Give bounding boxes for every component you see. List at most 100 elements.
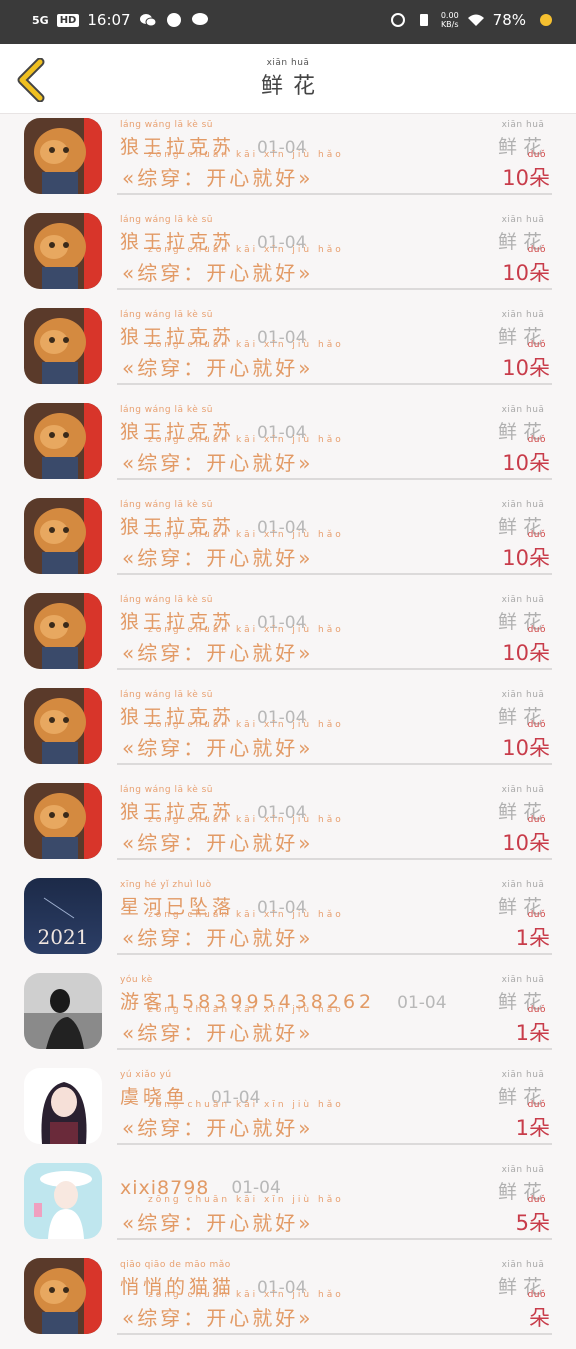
gift-unit: 朵 (529, 546, 550, 570)
list-item[interactable]: láng wáng lā kè sū 狼王拉克苏 01-04 zōng chuā… (0, 304, 576, 399)
gift-unit: 朵 (529, 451, 550, 475)
avatar[interactable] (24, 498, 102, 574)
gift-count: duǒ 1朵 (516, 1005, 550, 1047)
avatar[interactable] (24, 213, 102, 289)
gift-unit: 朵 (529, 641, 550, 665)
gift-unit-pinyin: duǒ (527, 720, 546, 730)
sender-name-pinyin: xīng hé yǐ zhuì luò (120, 880, 212, 890)
book-title-text: «综穿：开心就好» (122, 831, 314, 855)
list-item[interactable]: yóu kè 游客1583995438262 01-04 zōng chuān … (0, 969, 576, 1064)
divider (117, 1238, 552, 1240)
book-title-text: «综穿：开心就好» (122, 926, 314, 950)
gift-unit: 朵 (529, 831, 550, 855)
gift-type-pinyin: xiān huā (501, 785, 545, 795)
divider (117, 383, 552, 385)
avatar[interactable] (24, 1163, 102, 1239)
list-item[interactable]: láng wáng lā kè sū 狼王拉克苏 01-04 zōng chuā… (0, 399, 576, 494)
list-item[interactable]: láng wáng lā kè sū 狼王拉克苏 01-04 zōng chuā… (0, 684, 576, 779)
clock: 16:07 (87, 11, 131, 29)
avatar[interactable] (24, 783, 102, 859)
book-title-text: «综穿：开心就好» (122, 546, 314, 570)
list-item[interactable]: 2021 xīng hé yǐ zhuì luò 星河已坠落 01-04 zōn… (0, 874, 576, 969)
gift-type-pinyin: xiān huā (501, 310, 545, 320)
gift-count: duǒ 10朵 (502, 245, 550, 287)
book-title-pinyin: zōng chuān kāi xīn jiù hǎo (148, 245, 344, 255)
gift-unit: 朵 (529, 1116, 550, 1140)
divider (117, 858, 552, 860)
divider (117, 288, 552, 290)
gift-count-number: 10 (502, 356, 529, 380)
gift-unit: 朵 (529, 1306, 550, 1330)
sender-name-pinyin: láng wáng lā kè sū (120, 595, 214, 605)
book-title-text: «综穿：开心就好» (122, 451, 314, 475)
gift-count: duǒ 10朵 (502, 340, 550, 382)
gift-type-pinyin: xiān huā (501, 1070, 545, 1080)
book-title: zōng chuān kāi xīn jiù hǎo «综穿：开心就好» (122, 910, 344, 951)
avatar-image (24, 118, 102, 194)
avatar[interactable] (24, 973, 102, 1049)
list-item[interactable]: xixi8798 01-04 zōng chuān kāi xīn jiù hǎ… (0, 1159, 576, 1254)
alarm-icon (390, 13, 405, 27)
divider (117, 1143, 552, 1145)
list-item[interactable]: láng wáng lā kè sū 狼王拉克苏 01-04 zōng chuā… (0, 209, 576, 304)
gift-unit-pinyin: duǒ (527, 815, 546, 825)
avatar-image (24, 308, 102, 384)
gift-type-pinyin: xiān huā (501, 975, 545, 985)
book-title: zōng chuān kāi xīn jiù hǎo «综穿：开心就好» (122, 245, 344, 286)
divider (117, 763, 552, 765)
list-item[interactable]: láng wáng lā kè sū 狼王拉克苏 01-04 zōng chuā… (0, 589, 576, 684)
book-title-text: «综穿：开心就好» (122, 356, 314, 380)
book-title-pinyin: zōng chuān kāi xīn jiù hǎo (148, 1195, 344, 1205)
gift-count: duǒ 10朵 (502, 435, 550, 477)
battery-level: 78% (492, 11, 526, 29)
book-title: zōng chuān kāi xīn jiù hǎo «综穿：开心就好» (122, 1005, 344, 1046)
gift-count: duǒ 1朵 (516, 910, 550, 952)
avatar[interactable] (24, 1258, 102, 1334)
gift-unit-pinyin: duǒ (527, 1290, 546, 1300)
vivo-icon (166, 13, 181, 27)
avatar[interactable] (24, 1068, 102, 1144)
gift-count: duǒ 朵 (528, 1290, 550, 1332)
book-title: zōng chuān kāi xīn jiù hǎo «综穿：开心就好» (122, 1100, 344, 1141)
book-title: zōng chuān kāi xīn jiù hǎo «综穿：开心就好» (122, 1195, 344, 1236)
page-title-text: 鲜花 (260, 74, 325, 99)
gift-unit-pinyin: duǒ (527, 245, 546, 255)
gift-type-pinyin: xiān huā (501, 215, 545, 225)
avatar[interactable]: 2021 (24, 878, 102, 954)
gift-count-number: 10 (502, 641, 529, 665)
list-item[interactable]: yú xiǎo yú 虞晓鱼 01-04 zōng chuān kāi xīn … (0, 1064, 576, 1159)
sender-name-pinyin: láng wáng lā kè sū (120, 690, 214, 700)
sender-name-pinyin: láng wáng lā kè sū (120, 310, 214, 320)
avatar[interactable] (24, 308, 102, 384)
avatar[interactable] (24, 593, 102, 669)
gift-count-number: 1 (515, 1116, 529, 1140)
book-title-text: «综穿：开心就好» (122, 166, 314, 190)
book-title: zōng chuān kāi xīn jiù hǎo «综穿：开心就好» (122, 435, 344, 476)
avatar[interactable] (24, 403, 102, 479)
gift-count-number: 10 (502, 736, 529, 760)
gift-count-number: 1 (515, 1021, 529, 1045)
list-item[interactable]: qiāo qiāo de māo mǎo 悄悄的猫猫 01-04 zōng ch… (0, 1254, 576, 1349)
book-title-pinyin: zōng chuān kāi xīn jiù hǎo (148, 340, 344, 350)
avatar[interactable] (24, 688, 102, 764)
gift-type-pinyin: xiān huā (501, 500, 545, 510)
list-item[interactable]: láng wáng lā kè sū 狼王拉克苏 01-04 zōng chuā… (0, 494, 576, 589)
wifi-icon (467, 14, 484, 26)
divider (117, 193, 552, 195)
book-title-text: «综穿：开心就好» (122, 1211, 314, 1235)
sender-name-pinyin: láng wáng lā kè sū (120, 405, 214, 415)
wechat-icon (139, 14, 157, 27)
list-item[interactable]: láng wáng lā kè sū 狼王拉克苏 01-04 zōng chuā… (0, 779, 576, 874)
page-title-pinyin: xiān huā (266, 58, 310, 68)
book-title-pinyin: zōng chuān kāi xīn jiù hǎo (148, 435, 344, 445)
gift-unit-pinyin: duǒ (527, 340, 546, 350)
avatar-image (24, 1163, 102, 1239)
avatar[interactable] (24, 118, 102, 194)
gift-count-number: 10 (502, 261, 529, 285)
gift-count: duǒ 10朵 (502, 815, 550, 857)
avatar-image (24, 1068, 102, 1144)
divider (117, 953, 552, 955)
book-title-pinyin: zōng chuān kāi xīn jiù hǎo (148, 1005, 344, 1015)
sender-name-pinyin: láng wáng lā kè sū (120, 120, 214, 130)
list-item[interactable]: láng wáng lā kè sū 狼王拉克苏 01-04 zōng chuā… (0, 114, 576, 209)
